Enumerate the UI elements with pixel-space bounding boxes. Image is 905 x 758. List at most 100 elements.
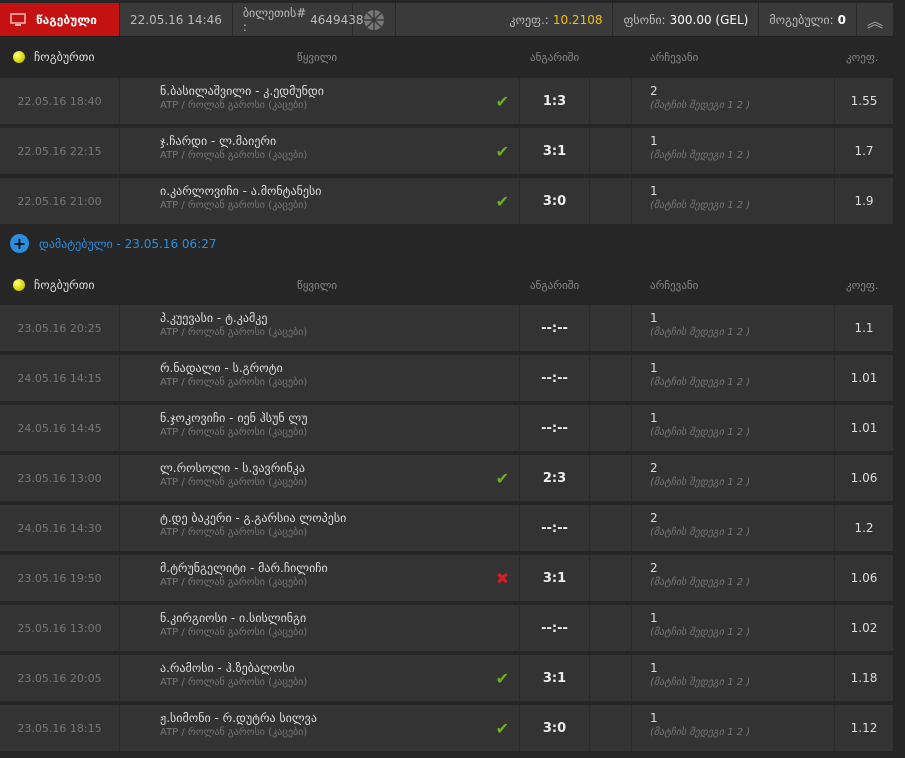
event-date: 22.05.16 18:40	[0, 78, 120, 124]
event-name: მ.ტრუნგელიტი - მარ.ჩილიჩი	[160, 561, 328, 575]
check-icon: ✔	[495, 142, 509, 161]
selection-cell: 2 (მატჩის შედეგი 1 2 )	[632, 78, 835, 124]
event-date: 25.05.16 13:00	[0, 605, 120, 651]
table-row[interactable]: 22.05.16 22:15 ჯ.ჩარდი - ლ.მაიერი ATP / …	[0, 128, 893, 174]
table-row[interactable]: 22.05.16 18:40 ნ.ბასილაშვილი - კ.ედმუნდი…	[0, 78, 893, 124]
check-icon: ✔	[495, 192, 509, 211]
odds: 1.1	[854, 321, 874, 335]
league-name: ATP / როლან გაროსი (კაცები)	[160, 327, 308, 338]
table-row[interactable]: 25.05.16 13:00 ნ.კირგიოსი - ი.სისლინგი A…	[0, 605, 893, 651]
check-icon: ✔	[495, 719, 509, 738]
cross-icon: ✖	[495, 569, 509, 588]
empty-cell	[590, 455, 632, 501]
table-row[interactable]: 23.05.16 19:50 მ.ტრუნგელიტი - მარ.ჩილიჩი…	[0, 555, 893, 601]
selection-cell: 2 (მატჩის შედეგი 1 2 )	[632, 455, 835, 501]
selection-cell: 1 (მატჩის შედეგი 1 2 )	[632, 655, 835, 701]
table-row[interactable]: 24.05.16 14:15 რ.ნადალი - ს.გროტი ATP / …	[0, 355, 893, 401]
table-row[interactable]: 24.05.16 14:45 ნ.ჯოკოვიჩი - იენ ჰსუნ ლუ …	[0, 405, 893, 451]
wheel-button[interactable]	[353, 3, 396, 36]
added-section[interactable]: + დამატებული - 23.05.16 06:27	[0, 222, 893, 265]
col-choice: არჩევანი	[650, 50, 699, 64]
ticket-status: წაგებული	[0, 3, 120, 36]
event-date: 23.05.16 18:15	[0, 705, 120, 751]
league-name: ATP / როლან გაროსი (კაცები)	[160, 527, 308, 538]
selection: 1	[650, 134, 658, 148]
section-header: ჩოგბურთი წყვილი ანგარიში არჩევანი კოეფ.	[0, 37, 893, 77]
score: --:--	[520, 355, 590, 401]
total-odds: კოეფ.: 10.2108	[499, 3, 614, 36]
league-name: ATP / როლან გაროსი (კაცები)	[160, 727, 308, 738]
ticket-id: ბილეთის# : 46494388	[233, 3, 371, 36]
table-row[interactable]: 23.05.16 13:00 ლ.როსოლი - ს.ვავრინკა ATP…	[0, 455, 893, 501]
score: 3:0	[520, 178, 590, 224]
check-icon: ✔	[495, 92, 509, 111]
odds: 1.2	[854, 521, 874, 535]
event-name: ლ.როსოლი - ს.ვავრინკა	[160, 461, 305, 475]
market-name: (მატჩის შედეგი 1 2 )	[650, 627, 751, 638]
event-date: 24.05.16 14:15	[0, 355, 120, 401]
odds: 1.12	[850, 721, 878, 735]
sport-label: ჩოგბურთი	[34, 278, 95, 292]
odds: 1.02	[850, 621, 878, 635]
added-label: დამატებული - 23.05.16 06:27	[39, 236, 217, 251]
event-cell: ა.რამოსი - ჰ.ზებალოსი ATP / როლან გაროსი…	[120, 655, 520, 701]
market-name: (მატჩის შედეგი 1 2 )	[650, 577, 751, 588]
table-row[interactable]: 23.05.16 20:05 ა.რამოსი - ჰ.ზებალოსი ATP…	[0, 655, 893, 701]
collapse-button[interactable]: ︽	[857, 3, 893, 36]
selection: 2	[650, 461, 658, 475]
col-pair: წყვილი	[297, 278, 338, 292]
event-date: 22.05.16 21:00	[0, 178, 120, 224]
event-name: ი.კარლოვიჩი - ა.მონტანესი	[160, 184, 322, 198]
score: 2:3	[520, 455, 590, 501]
selection-cell: 1 (მატჩის შედეგი 1 2 )	[632, 128, 835, 174]
odds: 1.06	[850, 471, 878, 485]
table-row[interactable]: 23.05.16 20:25 პ.კუევასი - ტ.კამკე ATP /…	[0, 305, 893, 351]
event-cell: ნ.ჯოკოვიჩი - იენ ჰსუნ ლუ ATP / როლან გარ…	[120, 405, 520, 451]
event-name: ჯ.ჩარდი - ლ.მაიერი	[160, 134, 277, 148]
event-name: ნ.ჯოკოვიჩი - იენ ჰსუნ ლუ	[160, 411, 308, 425]
selection: 1	[650, 184, 658, 198]
ticket-date: 22.05.16 14:46	[120, 3, 233, 36]
event-cell: რ.ნადალი - ს.გროტი ATP / როლან გაროსი (კ…	[120, 355, 520, 401]
market-name: (მატჩის შედეგი 1 2 )	[650, 327, 751, 338]
selection: 1	[650, 611, 658, 625]
event-name: ჟ.სიმონი - რ.დუტრა სილვა	[160, 711, 317, 725]
score: --:--	[520, 505, 590, 551]
event-cell: ნ.ბასილაშვილი - კ.ედმუნდი ATP / როლან გა…	[120, 78, 520, 124]
table-row[interactable]: 22.05.16 21:00 ი.კარლოვიჩი - ა.მონტანესი…	[0, 178, 893, 224]
market-name: (მატჩის შედეგი 1 2 )	[650, 427, 751, 438]
event-cell: მ.ტრუნგელიტი - მარ.ჩილიჩი ATP / როლან გა…	[120, 555, 520, 601]
odds: 1.9	[854, 194, 874, 208]
odds: 1.55	[850, 94, 878, 108]
event-date: 23.05.16 19:50	[0, 555, 120, 601]
league-name: ATP / როლან გაროსი (კაცები)	[160, 150, 308, 161]
table-row[interactable]: 24.05.16 14:30 ტ.დე ბაკერი - გ.გარსია ლო…	[0, 505, 893, 551]
odds: 1.18	[850, 671, 878, 685]
score: --:--	[520, 605, 590, 651]
score: 3:0	[520, 705, 590, 751]
event-cell: ნ.კირგიოსი - ი.სისლინგი ATP / როლან გარო…	[120, 605, 520, 651]
selection-cell: 1 (მატჩის შედეგი 1 2 )	[632, 605, 835, 651]
selection: 1	[650, 711, 658, 725]
plus-icon[interactable]: +	[10, 234, 29, 253]
market-name: (მატჩის შედეგი 1 2 )	[650, 377, 751, 388]
event-date: 23.05.16 20:25	[0, 305, 120, 351]
market-name: (მატჩის შედეგი 1 2 )	[650, 150, 751, 161]
col-score: ანგარიში	[530, 278, 580, 292]
score: 3:1	[520, 128, 590, 174]
table-row[interactable]: 23.05.16 18:15 ჟ.სიმონი - რ.დუტრა სილვა …	[0, 705, 893, 751]
check-icon: ✔	[495, 669, 509, 688]
event-name: ნ.კირგიოსი - ი.სისლინგი	[160, 611, 307, 625]
col-odds: კოეფ.	[846, 50, 879, 64]
odds-value: 10.2108	[552, 12, 603, 27]
event-cell: ლ.როსოლი - ს.ვავრინკა ATP / როლან გაროსი…	[120, 455, 520, 501]
odds: 1.06	[850, 571, 878, 585]
col-pair: წყვილი	[297, 50, 338, 64]
event-cell: ი.კარლოვიჩი - ა.მონტანესი ATP / როლან გა…	[120, 178, 520, 224]
stake: ფსონი: 300.00 (GEL)	[613, 3, 760, 36]
league-name: ATP / როლან გაროსი (კაცები)	[160, 627, 308, 638]
tennis-ball-icon	[13, 279, 25, 291]
empty-cell	[590, 655, 632, 701]
empty-cell	[590, 405, 632, 451]
selection-cell: 2 (მატჩის შედეგი 1 2 )	[632, 505, 835, 551]
